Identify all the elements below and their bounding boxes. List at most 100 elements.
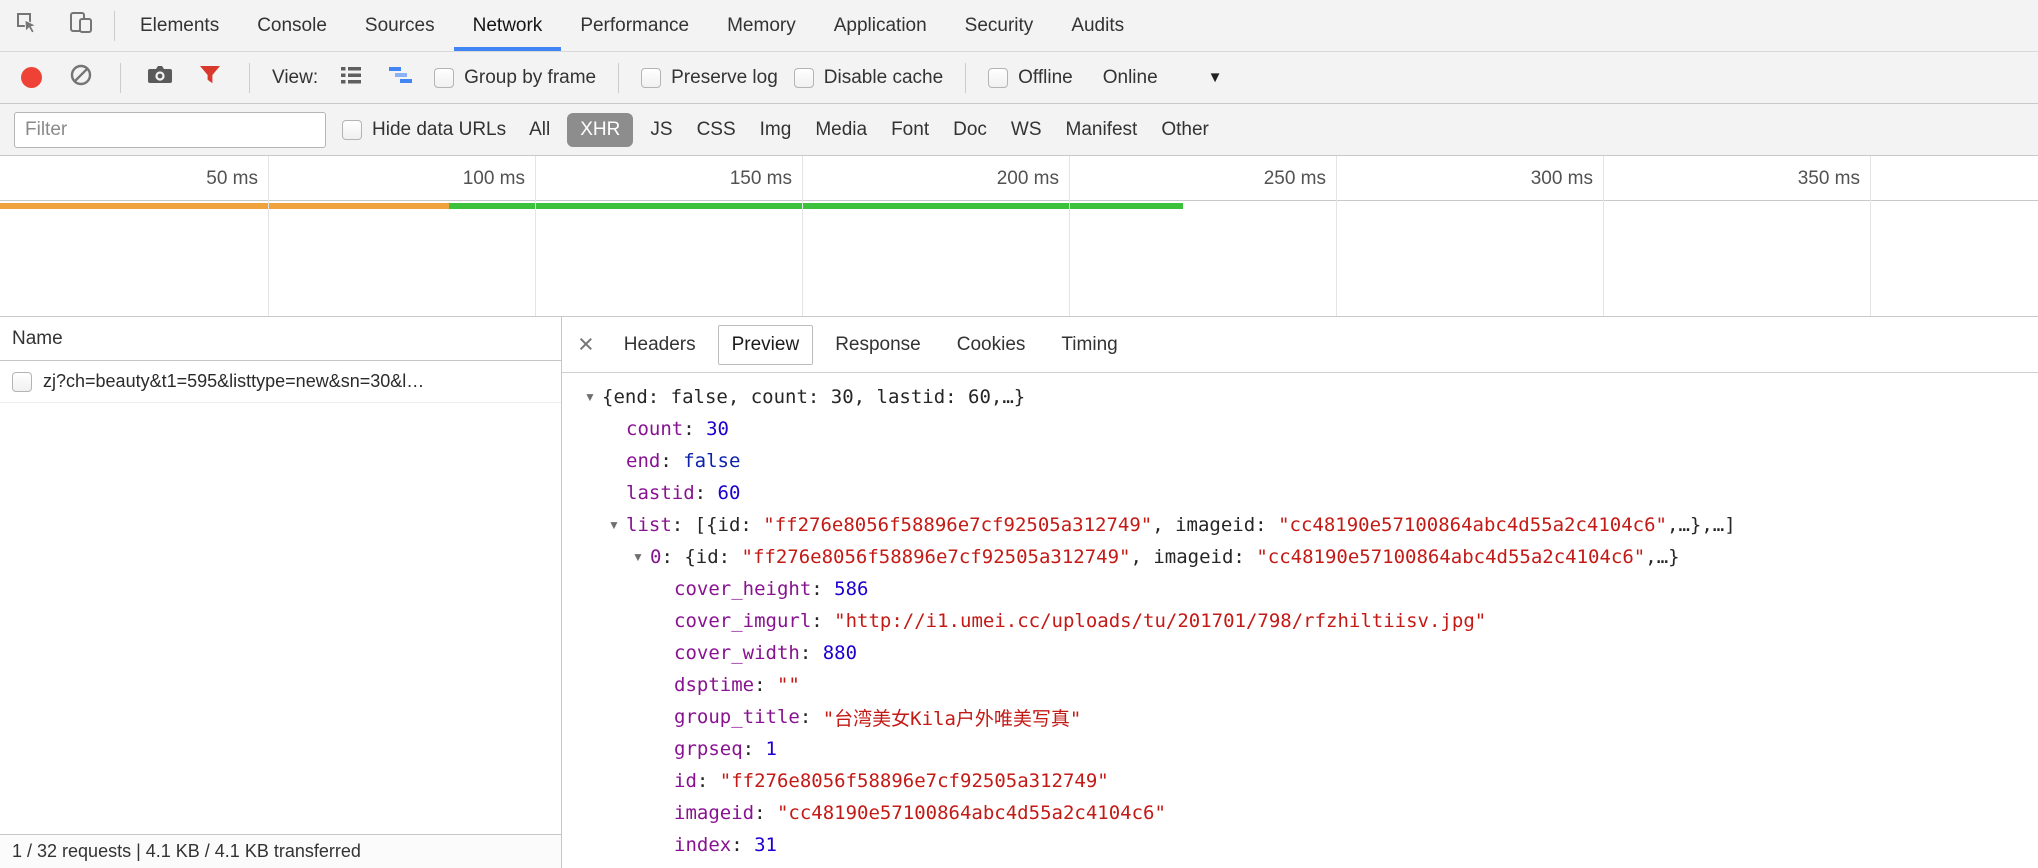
expand-arrow-icon[interactable]: ▼ — [578, 390, 602, 404]
tree-row[interactable]: cover_imgurl: "http://i1.umei.cc/uploads… — [562, 605, 2038, 637]
json-key-segment: grpseq — [674, 738, 743, 760]
tree-row[interactable]: end: false — [562, 445, 2038, 477]
expand-arrow-icon[interactable]: ▼ — [626, 550, 650, 564]
filter-type-img[interactable]: Img — [753, 113, 799, 147]
filter-type-font[interactable]: Font — [884, 113, 936, 147]
devtools-tab-bar: ElementsConsoleSourcesNetworkPerformance… — [0, 0, 2038, 52]
filter-type-doc[interactable]: Doc — [946, 113, 994, 147]
name-column-header[interactable]: Name — [0, 317, 561, 361]
detail-pane: × HeadersPreviewResponseCookiesTiming ▼{… — [562, 317, 2038, 868]
tab-application[interactable]: Application — [815, 0, 946, 51]
tree-row[interactable]: index: 31 — [562, 829, 2038, 861]
tab-security[interactable]: Security — [946, 0, 1053, 51]
json-str-segment: "cc48190e57100864abc4d55a2c4104c6" — [777, 802, 1166, 824]
tab-performance[interactable]: Performance — [561, 0, 708, 51]
detail-tab-preview[interactable]: Preview — [718, 325, 814, 365]
timeline-tick-label: 200 ms — [919, 168, 1059, 190]
tab-console[interactable]: Console — [238, 0, 346, 51]
checkbox-label: Preserve log — [671, 67, 778, 89]
filter-type-media[interactable]: Media — [808, 113, 874, 147]
request-type-filters: All XHR JS CSS Img Media Font Doc WS Manifest Othe… — [522, 113, 1216, 147]
expand-arrow-icon[interactable]: ▼ — [602, 518, 626, 532]
json-str-segment: "" — [777, 674, 800, 696]
filter-button[interactable] — [193, 61, 227, 95]
tree-row[interactable]: group_title: "台湾美女Kila户外唯美写真" — [562, 701, 2038, 733]
divider — [249, 63, 250, 93]
filter-type-xhr[interactable]: XHR — [567, 113, 633, 147]
json-plain-segment: : — [754, 802, 777, 824]
request-row[interactable]: zj?ch=beauty&t1=595&listtype=new&sn=30&l… — [0, 361, 561, 403]
list-view-button[interactable] — [334, 61, 368, 95]
json-bool-segment: false — [683, 450, 740, 472]
clear-button[interactable] — [64, 61, 98, 95]
request-checkbox[interactable] — [12, 372, 32, 392]
detail-tab-timing[interactable]: Timing — [1047, 325, 1131, 365]
json-num-segment: 1 — [766, 738, 777, 760]
group-by-frame-checkbox[interactable]: Group by frame — [434, 67, 596, 89]
filter-type-other[interactable]: Other — [1154, 113, 1216, 147]
tree-row[interactable]: cover_height: 586 — [562, 573, 2038, 605]
disable-cache-checkbox[interactable]: Disable cache — [794, 67, 943, 89]
waterfall-view-button[interactable] — [384, 61, 418, 95]
hide-data-urls-checkbox[interactable]: Hide data URLs — [342, 119, 506, 141]
device-toolbar-icon — [67, 9, 95, 42]
json-plain-segment: : — [800, 706, 823, 728]
timeline-tick-label: 150 ms — [652, 168, 792, 190]
checkbox-box — [641, 68, 661, 88]
json-plain-segment: : {id: — [661, 546, 741, 568]
tree-row[interactable]: ▼0: {id: "ff276e8056f58896e7cf92505a3127… — [562, 541, 2038, 573]
checkbox-box — [988, 68, 1008, 88]
close-icon[interactable]: × — [578, 331, 594, 358]
json-plain-segment: : — [683, 418, 706, 440]
preserve-log-checkbox[interactable]: Preserve log — [641, 67, 778, 89]
tree-row[interactable]: lastid: 60 — [562, 477, 2038, 509]
json-key-segment: dsptime — [674, 674, 754, 696]
timeline-grid-line — [1336, 156, 1337, 316]
tree-row[interactable]: count: 30 — [562, 413, 2038, 445]
tree-row[interactable]: id: "ff276e8056f58896e7cf92505a312749" — [562, 765, 2038, 797]
tree-row[interactable]: ▼{end: false, count: 30, lastid: 60,…} — [562, 381, 2038, 413]
tab-memory[interactable]: Memory — [708, 0, 815, 51]
detail-tab-response[interactable]: Response — [821, 325, 935, 365]
json-key-segment: cover_imgurl — [674, 610, 811, 632]
tab-sources[interactable]: Sources — [346, 0, 454, 51]
json-plain-segment: , imageid: — [1130, 546, 1256, 568]
divider — [965, 63, 966, 93]
json-num-segment: 31 — [754, 834, 777, 856]
preview-tree: ▼{end: false, count: 30, lastid: 60,…}co… — [562, 373, 2038, 868]
checkbox-box — [342, 120, 362, 140]
record-button[interactable] — [14, 61, 48, 95]
tree-row[interactable]: ▼list: [{id: "ff276e8056f58896e7cf92505a… — [562, 509, 2038, 541]
json-str-segment: "台湾美女Kila户外唯美写真" — [823, 704, 1082, 731]
filter-type-js[interactable]: JS — [643, 113, 679, 147]
tree-row[interactable]: grpseq: 1 — [562, 733, 2038, 765]
filter-type-ws[interactable]: WS — [1004, 113, 1049, 147]
json-str-segment: "http://i1.umei.cc/uploads/tu/201701/798… — [834, 610, 1486, 632]
filter-input[interactable] — [14, 112, 326, 148]
capture-screenshots-button[interactable] — [143, 61, 177, 95]
filter-funnel-icon — [196, 61, 224, 95]
throttling-caret-icon[interactable]: ▼ — [1208, 69, 1223, 86]
tab-audits[interactable]: Audits — [1052, 0, 1143, 51]
tab-elements[interactable]: Elements — [121, 0, 238, 51]
inspect-element-button[interactable] — [0, 0, 54, 51]
throttling-select[interactable]: Online — [1103, 67, 1158, 89]
filter-type-all[interactable]: All — [522, 113, 557, 147]
detail-tab-headers[interactable]: Headers — [610, 325, 710, 365]
filter-type-css[interactable]: CSS — [690, 113, 743, 147]
tree-row[interactable]: cover_width: 880 — [562, 637, 2038, 669]
filter-type-manifest[interactable]: Manifest — [1059, 113, 1145, 147]
tree-row[interactable]: dsptime: "" — [562, 669, 2038, 701]
request-list-empty-area — [0, 403, 561, 834]
tree-row[interactable]: imageid: "cc48190e57100864abc4d55a2c4104… — [562, 797, 2038, 829]
timeline-grid-line — [1870, 156, 1871, 316]
record-icon — [21, 67, 42, 88]
detail-tab-cookies[interactable]: Cookies — [943, 325, 1040, 365]
device-toolbar-button[interactable] — [54, 0, 108, 51]
json-str-segment: "ff276e8056f58896e7cf92505a312749" — [720, 770, 1109, 792]
checkbox-label: Offline — [1018, 67, 1073, 89]
tab-network[interactable]: Network — [454, 0, 562, 51]
timeline-overview[interactable]: 50 ms100 ms150 ms200 ms250 ms300 ms350 m… — [0, 156, 2038, 317]
json-plain-segment: {end: false, count: 30, lastid: 60,…} — [602, 386, 1025, 408]
offline-checkbox[interactable]: Offline — [988, 67, 1073, 89]
